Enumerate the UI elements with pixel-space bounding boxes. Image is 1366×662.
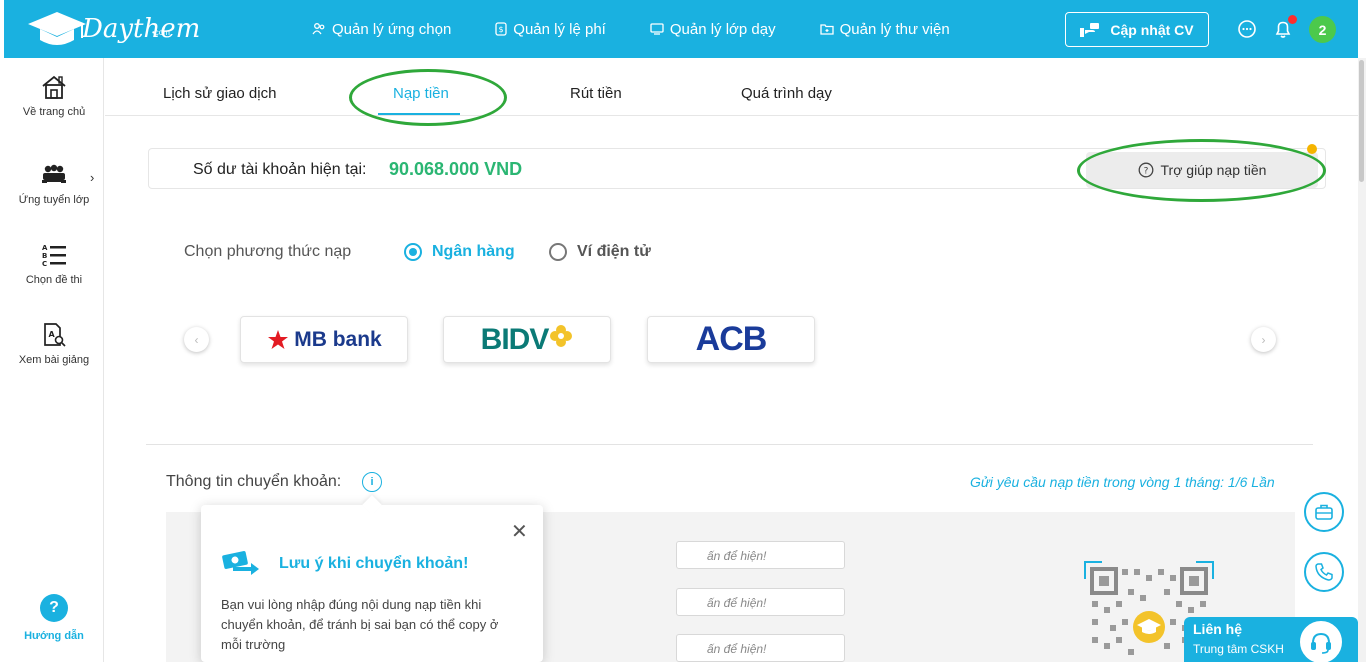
class-icon — [650, 23, 664, 35]
sidebar-item-home[interactable]: Về trang chủ — [4, 74, 104, 118]
balance-value: 90.068.000 VND — [389, 159, 523, 179]
bank-name-bidv: BIDV — [480, 322, 550, 356]
students-icon — [42, 164, 66, 185]
qr-corner — [1084, 561, 1102, 579]
exam-list-icon: ABC — [42, 244, 66, 268]
avatar[interactable]: 2 — [1309, 16, 1336, 43]
nav-quan-ly-thu-vien[interactable]: Quản lý thư viện — [819, 20, 950, 38]
sidebar-item-huong-dan[interactable]: ? Hướng dẫn — [4, 594, 104, 642]
transfer-info-title: Thông tin chuyển khoản: — [166, 473, 342, 490]
sidebar-help-label: Hướng dẫn — [24, 630, 84, 642]
nav-label: Quản lý lớp dạy — [669, 20, 776, 38]
fee-icon: $ — [495, 22, 507, 36]
scrollbar-thumb[interactable] — [1359, 60, 1364, 182]
popup-title: Lưu ý khi chuyển khoản! — [279, 555, 469, 572]
nav-quan-ly-lop-day[interactable]: Quản lý lớp dạy — [650, 21, 776, 38]
brand-logo[interactable]: Daythem — [26, 10, 200, 48]
section-divider — [146, 444, 1313, 445]
money-transfer-icon — [222, 551, 259, 575]
info-icon[interactable]: i — [362, 472, 382, 492]
close-icon[interactable]: ✕ — [511, 519, 528, 544]
nav-label: Quản lý lệ phí — [513, 20, 606, 38]
tab-bar: Lịch sử giao dịch Nạp tiền Rút tiền Quá … — [105, 58, 1358, 116]
notification-dot — [1288, 15, 1297, 24]
radio-ewallet-label[interactable]: Ví điện tử — [577, 243, 651, 261]
bank-name-acb: ACB — [695, 320, 768, 358]
library-icon — [819, 24, 834, 35]
nav-label: Quản lý ứng chọn — [332, 20, 452, 38]
top-header: Daythem •com Quản lý ứng chọn $ Quản lý … — [4, 0, 1358, 58]
bidv-flower-icon — [550, 324, 573, 347]
bank-name-mb: MB bank — [294, 327, 382, 351]
svg-text:B: B — [42, 252, 47, 260]
phone-float-button[interactable] — [1304, 552, 1344, 592]
home-icon — [42, 75, 66, 99]
sidebar-item-label: Về trang chủ — [22, 106, 86, 118]
bank-card-bidv[interactable]: BIDV — [443, 316, 611, 363]
chevron-right-icon[interactable]: › — [90, 170, 94, 185]
bank-logo-bidv: BIDV — [481, 323, 574, 357]
highlight-ellipse-help — [1077, 139, 1326, 202]
highlight-ellipse-tab — [349, 69, 507, 126]
qr-corner — [1196, 561, 1214, 579]
graduation-cap-icon — [28, 12, 86, 45]
phone-icon — [1315, 563, 1333, 581]
radio-bank-label[interactable]: Ngân hàng — [432, 243, 515, 261]
chat-icon[interactable] — [1236, 18, 1258, 40]
sidebar-item-ung-tuyen-lop[interactable]: Ứng tuyển lớp — [4, 162, 104, 206]
main-nav: Quản lý ứng chọn $ Quản lý lệ phí Quản l… — [312, 0, 994, 58]
mb-star-icon — [268, 329, 289, 349]
update-cv-button[interactable]: Cập nhật CV — [1065, 12, 1209, 47]
transfer-field-3[interactable]: ấn để hiện! — [676, 634, 845, 662]
bank-card-acb[interactable]: ACB — [647, 316, 815, 363]
contact-support-widget[interactable]: Liên hệ Trung tâm CSKH — [1184, 617, 1358, 662]
svg-text:A: A — [42, 244, 48, 252]
briefcase-icon — [1315, 504, 1333, 520]
carousel-prev-button[interactable]: ‹ — [184, 327, 209, 352]
sidebar-item-label: Chọn đề thi — [25, 274, 83, 286]
contact-subtitle: Trung tâm CSKH — [1193, 642, 1284, 656]
lesson-search-icon: A — [44, 323, 66, 347]
headset-icon — [1298, 619, 1344, 662]
popup-text: Bạn vui lòng nhập đúng nội dung nạp tiền… — [221, 597, 499, 652]
sidebar: Về trang chủ Ứng tuyển lớp › ABC Chọn đề… — [4, 58, 104, 662]
sidebar-item-label: Xem bài giảng — [18, 354, 90, 366]
people-icon — [312, 23, 325, 35]
nav-label: Quản lý thư viện — [839, 20, 950, 38]
transfer-field-2[interactable]: ấn để hiện! — [676, 588, 845, 616]
brand-name: Daythem — [82, 14, 201, 44]
radio-ewallet[interactable] — [549, 243, 567, 261]
svg-text:$: $ — [499, 25, 504, 34]
tab-lich-su-giao-dich[interactable]: Lịch sử giao dịch — [163, 85, 276, 102]
tab-qua-trinh-day[interactable]: Quá trình dạy — [741, 85, 832, 102]
brand-sub: •com — [152, 28, 170, 37]
cv-hand-icon — [1080, 22, 1100, 37]
radio-bank[interactable] — [404, 243, 422, 261]
help-icon: ? — [40, 594, 68, 622]
balance-label: Số dư tài khoản hiện tại: — [193, 161, 367, 178]
sidebar-item-xem-bai-giang[interactable]: A Xem bài giảng — [4, 322, 104, 366]
status-dot — [1307, 144, 1317, 154]
carousel-next-button[interactable]: › — [1251, 327, 1276, 352]
svg-text:A: A — [49, 330, 56, 339]
transfer-field-1[interactable]: ấn để hiện! — [676, 541, 845, 569]
nav-quan-ly-ung-chon[interactable]: Quản lý ứng chọn — [312, 21, 451, 38]
transfer-note-popup: ✕ Lưu ý khi chuyển khoản! Bạn vui lòng n… — [201, 505, 543, 662]
nav-quan-ly-le-phi[interactable]: $ Quản lý lệ phí — [495, 21, 606, 38]
sidebar-item-label: Ứng tuyển lớp — [18, 194, 90, 206]
update-cv-label: Cập nhật CV — [1110, 21, 1194, 38]
svg-text:C: C — [42, 260, 47, 268]
tab-rut-tien[interactable]: Rút tiền — [570, 85, 622, 102]
briefcase-float-button[interactable] — [1304, 492, 1344, 532]
method-label: Chọn phương thức nạp — [184, 243, 352, 260]
bank-logo-mb: MB bank — [266, 328, 382, 352]
app-root: Daythem •com Quản lý ứng chọn $ Quản lý … — [0, 0, 1366, 662]
contact-title: Liên hệ — [1193, 621, 1243, 637]
request-limit-note: Gửi yêu cầu nạp tiền trong vòng 1 tháng:… — [970, 474, 1275, 490]
sidebar-item-chon-de-thi[interactable]: ABC Chọn đề thi — [4, 242, 104, 286]
bank-card-mb[interactable]: MB bank — [240, 316, 408, 363]
